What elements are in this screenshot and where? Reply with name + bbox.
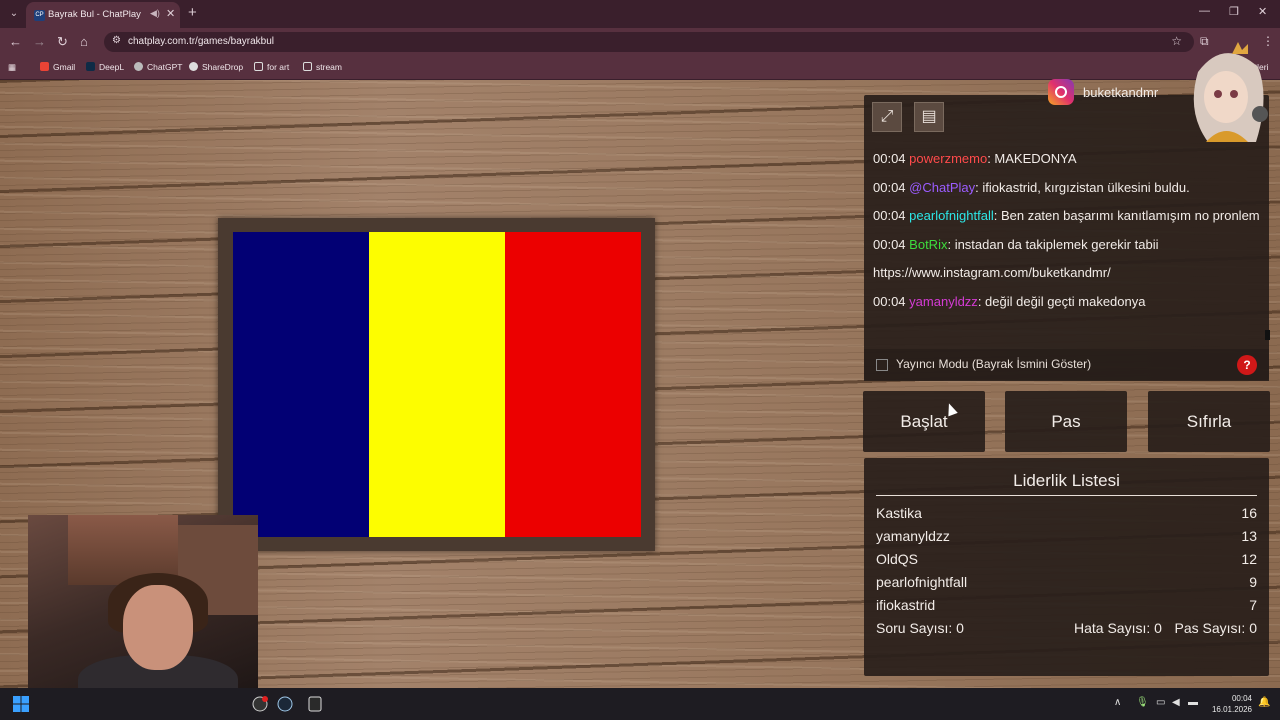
instagram-icon — [1048, 79, 1074, 105]
epic-games-icon[interactable] — [307, 696, 323, 712]
fullscreen-icon[interactable]: ⤢ — [872, 102, 902, 132]
gmail-icon — [40, 62, 49, 71]
bookmark-gmail[interactable]: Gmail — [40, 62, 75, 72]
chat-username[interactable]: yamanyldzz — [909, 294, 978, 309]
bookmark-sharedrop[interactable]: ShareDrop — [189, 62, 243, 72]
bookmark-stream[interactable]: stream — [303, 62, 342, 72]
help-icon[interactable]: ? — [1237, 355, 1257, 375]
flag — [233, 232, 641, 537]
home-icon[interactable]: ⌂ — [80, 34, 88, 49]
speaker-icon[interactable]: ◀) — [150, 8, 160, 19]
browser-tab-bar: ⌄ CP Bayrak Bul - ChatPlay ◀) ✕ + — ❐ ✕ — [0, 0, 1280, 28]
network-icon[interactable]: ▭ — [1156, 697, 1165, 708]
chatplay-favicon-icon: CP — [34, 10, 45, 21]
chatgpt-icon — [134, 62, 143, 71]
bookmark-chatgpt[interactable]: ChatGPT — [134, 62, 182, 72]
restore-icon[interactable]: ❐ — [1229, 5, 1239, 18]
streamer-mode-row: Yayıncı Modu (Bayrak İsmini Göster) ? — [864, 349, 1269, 381]
windows-start-icon[interactable] — [13, 696, 29, 712]
chat-message: 00:04 powerzmemo: MAKEDONYA — [873, 151, 1077, 166]
webcam-overlay — [28, 515, 258, 688]
question-count: Soru Sayısı: 0 — [876, 620, 964, 636]
bookmark-deepl[interactable]: DeepL — [86, 62, 124, 72]
start-button[interactable]: Başlat — [863, 391, 985, 452]
omnibox[interactable]: ⚙ chatplay.com.tr/games/bayrakbul ☆ — [104, 32, 1194, 52]
pass-button[interactable]: Pas — [1005, 391, 1127, 452]
window-close-icon[interactable]: ✕ — [1258, 5, 1267, 18]
flag-frame — [218, 218, 655, 551]
microphone-icon[interactable]: 🎙 — [1136, 697, 1149, 708]
close-tab-icon[interactable]: ✕ — [166, 7, 175, 20]
minimize-icon[interactable]: — — [1199, 5, 1210, 17]
obs-icon[interactable] — [252, 696, 268, 712]
chat-message: 00:04 pearlofnightfall: Ben zaten başarı… — [873, 208, 1260, 224]
deepl-icon — [86, 62, 95, 71]
active-tab[interactable]: CP Bayrak Bul - ChatPlay ◀) ✕ — [26, 2, 180, 28]
reset-button[interactable]: Sıfırla — [1148, 391, 1270, 452]
pass-count: Pas Sayısı: 0 — [1174, 620, 1257, 636]
chat-username[interactable]: BotRix — [909, 237, 947, 252]
sharedrop-icon — [189, 62, 198, 71]
instagram-handle: buketkandmr — [1083, 85, 1159, 100]
streamer-mode-checkbox[interactable] — [876, 359, 888, 371]
chat-log: 00:04 powerzmemo: MAKEDONYA 00:04 @ChatP… — [873, 145, 1261, 317]
chat-message: 00:04 yamanyldzz: değil değil geçti make… — [873, 293, 1146, 309]
back-icon[interactable]: ← — [9, 34, 22, 49]
flag-stripe-2 — [369, 232, 505, 537]
system-clock[interactable]: 00:04 16.01.2026 — [1210, 693, 1252, 715]
error-count: Hata Sayısı: 0 — [1074, 620, 1162, 636]
forward-icon[interactable]: → — [33, 34, 46, 49]
tab-title: Bayrak Bul - ChatPlay — [48, 9, 141, 20]
site-info-icon[interactable]: ⚙ — [112, 35, 121, 46]
flag-stripe-3 — [505, 232, 641, 537]
flag-stripe-1 — [233, 232, 369, 537]
chat-scrollbar[interactable] — [1265, 330, 1270, 340]
leaderboard-title: Liderlik Listesi — [1013, 471, 1120, 490]
notification-icon[interactable]: 🔔 — [1258, 697, 1270, 708]
chat-message: 00:04 BotRix: instadan da takiplemek ger… — [873, 236, 1159, 281]
streamer-avatar — [1193, 42, 1268, 142]
chat-username[interactable]: @ChatPlay — [909, 180, 975, 195]
streamer-mode-label[interactable]: Yayıncı Modu (Bayrak İsmini Göster) — [896, 357, 1091, 371]
leaderboard: Liderlik Listesi Kastika 16 yamanyldzz 13 … — [864, 458, 1269, 676]
divider — [876, 495, 1257, 496]
bookmark-for-art[interactable]: for art — [254, 62, 289, 72]
bookmarks-bar: ▦ Gmail DeepL ChatGPT ShareDrop for art … — [0, 56, 1280, 80]
news-icon[interactable]: ▤ — [914, 102, 944, 132]
tab-search-chevron-icon[interactable]: ⌄ — [6, 6, 22, 22]
apps-grid-icon[interactable]: ▦ — [8, 62, 16, 73]
folder-icon — [254, 62, 263, 71]
new-tab-icon[interactable]: + — [188, 4, 197, 21]
volume-icon[interactable]: ◀ — [1172, 697, 1180, 708]
battery-icon[interactable]: ▬ — [1188, 697, 1198, 708]
chat-message: 00:04 @ChatPlay: ifiokastrid, kırgızista… — [873, 179, 1190, 195]
chat-username[interactable]: powerzmemo — [909, 151, 987, 166]
show-hidden-icons-icon[interactable]: ∧ — [1114, 697, 1121, 708]
chat-username[interactable]: pearlofnightfall — [909, 208, 994, 223]
address-toolbar: ← → ↻ ⌂ ⚙ chatplay.com.tr/games/bayrakbu… — [0, 28, 1280, 56]
url-text[interactable]: chatplay.com.tr/games/bayrakbul — [128, 36, 274, 47]
reload-icon[interactable]: ↻ — [57, 34, 68, 50]
windows-taskbar: ∧ 🎙 ▭ ◀ ▬ 00:04 16.01.2026 🔔 — [0, 688, 1280, 720]
steam-icon[interactable] — [277, 696, 293, 712]
folder-icon — [303, 62, 312, 71]
